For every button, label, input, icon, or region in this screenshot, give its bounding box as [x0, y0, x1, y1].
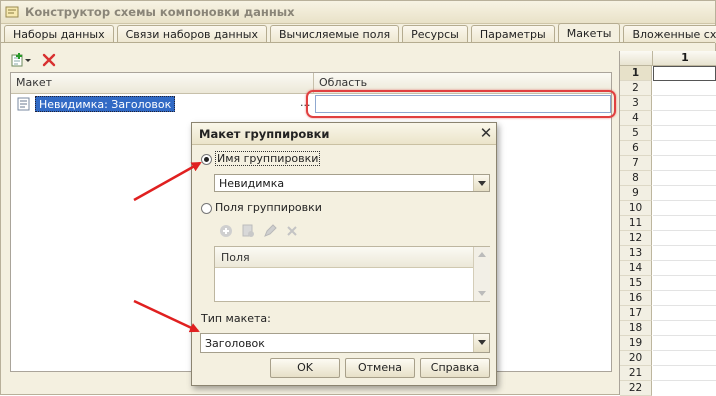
chevron-down-icon[interactable]	[473, 175, 489, 191]
fields-column-header: Поля	[221, 251, 250, 264]
column-label[interactable]: 1	[653, 51, 716, 65]
tab-datasets[interactable]: Наборы данных	[4, 25, 114, 43]
row-header[interactable]: 6	[620, 141, 652, 156]
tab-calculated-fields[interactable]: Вычисляемые поля	[269, 25, 400, 43]
scroll-up-icon	[478, 252, 486, 257]
ok-button[interactable]: OK	[270, 358, 340, 378]
schema-icon	[5, 6, 19, 18]
tab-dataset-links[interactable]: Связи наборов данных	[116, 25, 267, 43]
spreadsheet-grid[interactable]	[653, 66, 716, 395]
tab-layouts[interactable]: Макеты	[557, 23, 621, 43]
row-header[interactable]: 16	[620, 291, 652, 306]
dialog-title: Макет группировки	[199, 127, 330, 141]
row-header[interactable]: 13	[620, 246, 652, 261]
layout-type-label: Тип макета:	[201, 312, 271, 325]
copy-field-button[interactable]	[240, 223, 256, 239]
row-header[interactable]: 14	[620, 261, 652, 276]
pencil-icon	[264, 224, 277, 237]
spreadsheet-corner	[620, 51, 653, 65]
help-button[interactable]: Справка	[420, 358, 490, 378]
tab-nested-schemas[interactable]: Вложенные схемы	[623, 25, 716, 43]
layout-spreadsheet: 1 1 2 3 4 5 6 7 8 9 10 11 12 13 14 15 16 17 18 19 20 21 22	[619, 51, 716, 396]
remove-field-button[interactable]	[284, 223, 300, 239]
row-header[interactable]: 3	[620, 96, 652, 111]
layout-type-value: Заголовок	[205, 337, 265, 350]
scrollbar[interactable]	[473, 247, 490, 301]
spreadsheet-column-header: 1	[620, 51, 716, 66]
delete-button[interactable]	[38, 51, 60, 69]
row-header[interactable]: 11	[620, 216, 652, 231]
window-title: Конструктор схемы компоновки данных	[25, 5, 295, 19]
edit-field-button[interactable]	[262, 223, 278, 239]
add-layout-icon	[11, 53, 31, 67]
window-titlebar: Конструктор схемы компоновки данных	[1, 1, 715, 24]
layout-name-cell[interactable]: Невидимка: Заголовок	[35, 96, 176, 112]
copy-icon	[242, 224, 254, 237]
delete-icon	[42, 53, 56, 67]
delete-icon	[287, 226, 297, 236]
add-field-button[interactable]	[218, 223, 234, 239]
row-header[interactable]: 15	[620, 276, 652, 291]
row-header[interactable]: 20	[620, 351, 652, 366]
grouping-fields-label: Поля группировки	[215, 201, 322, 214]
row-header[interactable]: 19	[620, 336, 652, 351]
layout-row-icon	[17, 97, 30, 111]
close-icon[interactable]: ✕	[478, 125, 494, 141]
tab-parameters[interactable]: Параметры	[470, 25, 555, 43]
tab-bar: Наборы данных Связи наборов данных Вычис…	[4, 22, 716, 43]
row-header[interactable]: 21	[620, 366, 652, 381]
row-header[interactable]: 5	[620, 126, 652, 141]
selected-cell[interactable]	[653, 66, 716, 81]
add-layout-button[interactable]	[10, 51, 32, 69]
grouping-fields-radio[interactable]	[201, 203, 212, 214]
scroll-down-icon	[478, 291, 486, 296]
row-header[interactable]: 17	[620, 306, 652, 321]
layouts-toolbar	[10, 51, 60, 69]
chevron-down-icon[interactable]	[473, 334, 489, 352]
grouping-name-radio[interactable]	[201, 154, 212, 165]
area-highlight	[306, 90, 616, 118]
row-header[interactable]: 8	[620, 171, 652, 186]
grouping-fields-list[interactable]: Поля	[214, 246, 490, 302]
tab-divider	[1, 42, 715, 43]
grouping-name-label-wrap: Имя группировки	[215, 151, 321, 166]
row-header[interactable]: 9	[620, 186, 652, 201]
fields-toolbar	[218, 223, 300, 239]
fields-list-header: Поля	[215, 247, 473, 268]
grouping-name-value: Невидимка	[219, 177, 285, 190]
grouping-name-select[interactable]: Невидимка	[214, 174, 490, 192]
row-header[interactable]: 12	[620, 231, 652, 246]
dialog-titlebar: Макет группировки ✕	[192, 123, 496, 145]
layout-type-select[interactable]: Заголовок	[200, 333, 490, 353]
row-header[interactable]: 2	[620, 81, 652, 96]
grouping-layout-dialog: Макет группировки ✕ Имя группировки Неви…	[191, 122, 497, 386]
row-header[interactable]: 22	[620, 381, 652, 396]
tab-resources[interactable]: Ресурсы	[402, 25, 468, 43]
row-header[interactable]: 1	[620, 66, 652, 81]
cancel-button[interactable]: Отмена	[345, 358, 415, 378]
row-header[interactable]: 7	[620, 156, 652, 171]
grouping-name-label: Имя группировки	[215, 151, 321, 166]
row-header[interactable]: 4	[620, 111, 652, 126]
column-header-layout[interactable]: Макет	[11, 73, 311, 93]
row-header[interactable]: 18	[620, 321, 652, 336]
row-header[interactable]: 10	[620, 201, 652, 216]
add-circle-icon	[220, 225, 232, 237]
